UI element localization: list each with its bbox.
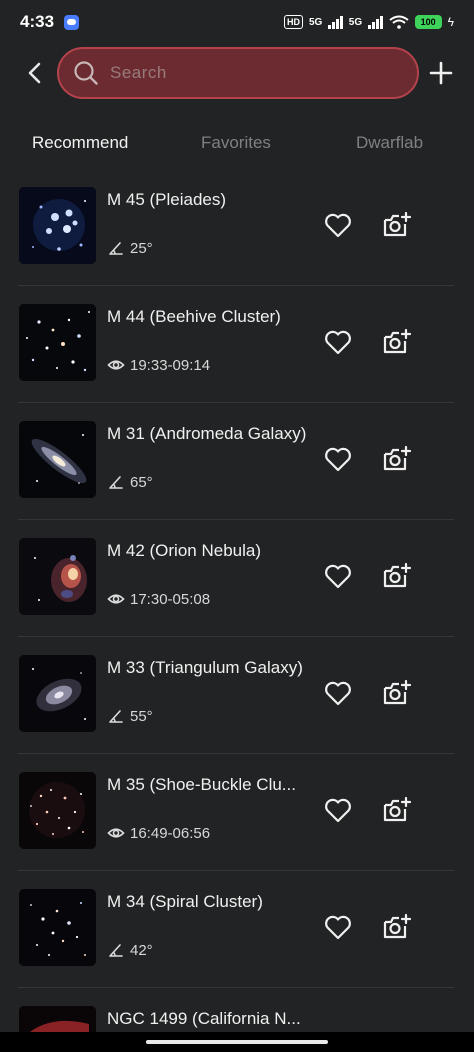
object-visibility-window: 17:30-05:08 [130,590,211,608]
messenger-notification-icon [64,14,80,30]
search-icon [74,61,98,85]
heart-icon[interactable] [323,328,353,356]
wifi-icon [389,15,409,29]
object-altitude: 42° [130,941,153,959]
object-title: M 44 (Beehive Cluster) [107,307,281,326]
list-item[interactable]: M 44 (Beehive Cluster) 19:33-09:14 [0,286,474,403]
object-thumbnail [19,772,96,849]
altitude-angle-icon [109,710,123,723]
tab-dwarflab[interactable]: Dwarflab [356,133,423,153]
object-meta: 42° [107,941,153,959]
camera-add-icon[interactable] [382,913,412,941]
camera-add-icon[interactable] [382,562,412,590]
heart-icon[interactable] [323,913,353,941]
top-bar: Search [0,45,474,101]
object-visibility-window: 19:33-09:14 [130,356,211,374]
object-altitude: 65° [130,473,153,491]
list-item[interactable]: M 34 (Spiral Cluster) 42° [0,871,474,988]
object-meta: 65° [107,473,153,491]
object-altitude: 25° [130,239,153,257]
object-title: M 34 (Spiral Cluster) [107,892,263,911]
network-type-2: 5G [348,16,363,28]
object-thumbnail [19,421,96,498]
heart-icon[interactable] [323,796,353,824]
object-altitude: 55° [130,707,153,725]
battery-icon: 100 [414,15,442,29]
object-thumbnail [19,889,96,966]
object-meta: 55° [107,707,153,725]
object-meta: 16:49-06:56 [107,824,210,842]
camera-add-icon[interactable] [382,328,412,356]
heart-icon[interactable] [323,562,353,590]
altitude-angle-icon [109,476,123,489]
heart-icon[interactable] [323,445,353,473]
list-item[interactable]: M 33 (Triangulum Galaxy) 55° [0,637,474,754]
object-title: M 35 (Shoe-Buckle Clu... [107,775,296,794]
eye-icon [107,828,125,838]
heart-icon[interactable] [323,679,353,707]
camera-add-icon[interactable] [382,445,412,473]
status-time: 4:33 [20,12,55,31]
search-placeholder: Search [110,63,167,82]
object-meta: 19:33-09:14 [107,356,210,374]
eye-icon [107,594,125,604]
list-item[interactable]: NGC 1499 (California N... [0,988,474,1032]
object-thumbnail [19,304,96,381]
status-bar: 4:33 HD 5G 5G 100 ϟ [0,0,474,44]
hd-voice-icon: HD [283,15,303,29]
navigation-bar [0,1032,474,1052]
altitude-angle-icon [109,242,123,255]
object-meta: 17:30-05:08 [107,590,210,608]
eye-icon [107,360,125,370]
signal-strength-icon [328,15,343,29]
status-indicators: HD 5G 5G 100 ϟ [283,15,454,29]
heart-icon[interactable] [323,211,353,239]
camera-add-icon[interactable] [382,796,412,824]
camera-add-icon[interactable] [382,211,412,239]
list-item[interactable]: M 31 (Andromeda Galaxy) 65° [0,403,474,520]
signal-strength-icon [368,15,383,29]
object-thumbnail [19,1006,96,1032]
charging-icon: ϟ [447,15,454,29]
tab-favorites[interactable]: Favorites [201,133,271,153]
object-thumbnail [19,538,96,615]
camera-add-icon[interactable] [382,679,412,707]
list-item[interactable]: M 45 (Pleiades) 25° [0,169,474,286]
object-thumbnail [19,655,96,732]
object-meta: 25° [107,239,153,257]
list-item[interactable]: M 35 (Shoe-Buckle Clu... 16:49-06:56 [0,754,474,871]
home-indicator[interactable] [146,1040,328,1044]
list-item[interactable]: M 42 (Orion Nebula) 17:30-05:08 [0,520,474,637]
network-type-1: 5G [308,16,323,28]
object-title: M 45 (Pleiades) [107,190,227,209]
object-title: M 33 (Triangulum Galaxy) [107,658,303,677]
object-title: M 31 (Andromeda Galaxy) [107,424,307,443]
tab-recommend[interactable]: Recommend [32,133,128,153]
object-thumbnail [19,187,96,264]
object-visibility-window: 16:49-06:56 [130,824,211,842]
back-arrow-icon[interactable] [22,59,48,87]
object-title: M 42 (Orion Nebula) [107,541,262,560]
tab-bar: Recommend Favorites Dwarflab [0,125,474,161]
add-icon[interactable] [428,60,454,86]
altitude-angle-icon [109,944,123,957]
search-input[interactable]: Search [57,47,419,99]
object-title: NGC 1499 (California N... [107,1009,301,1028]
